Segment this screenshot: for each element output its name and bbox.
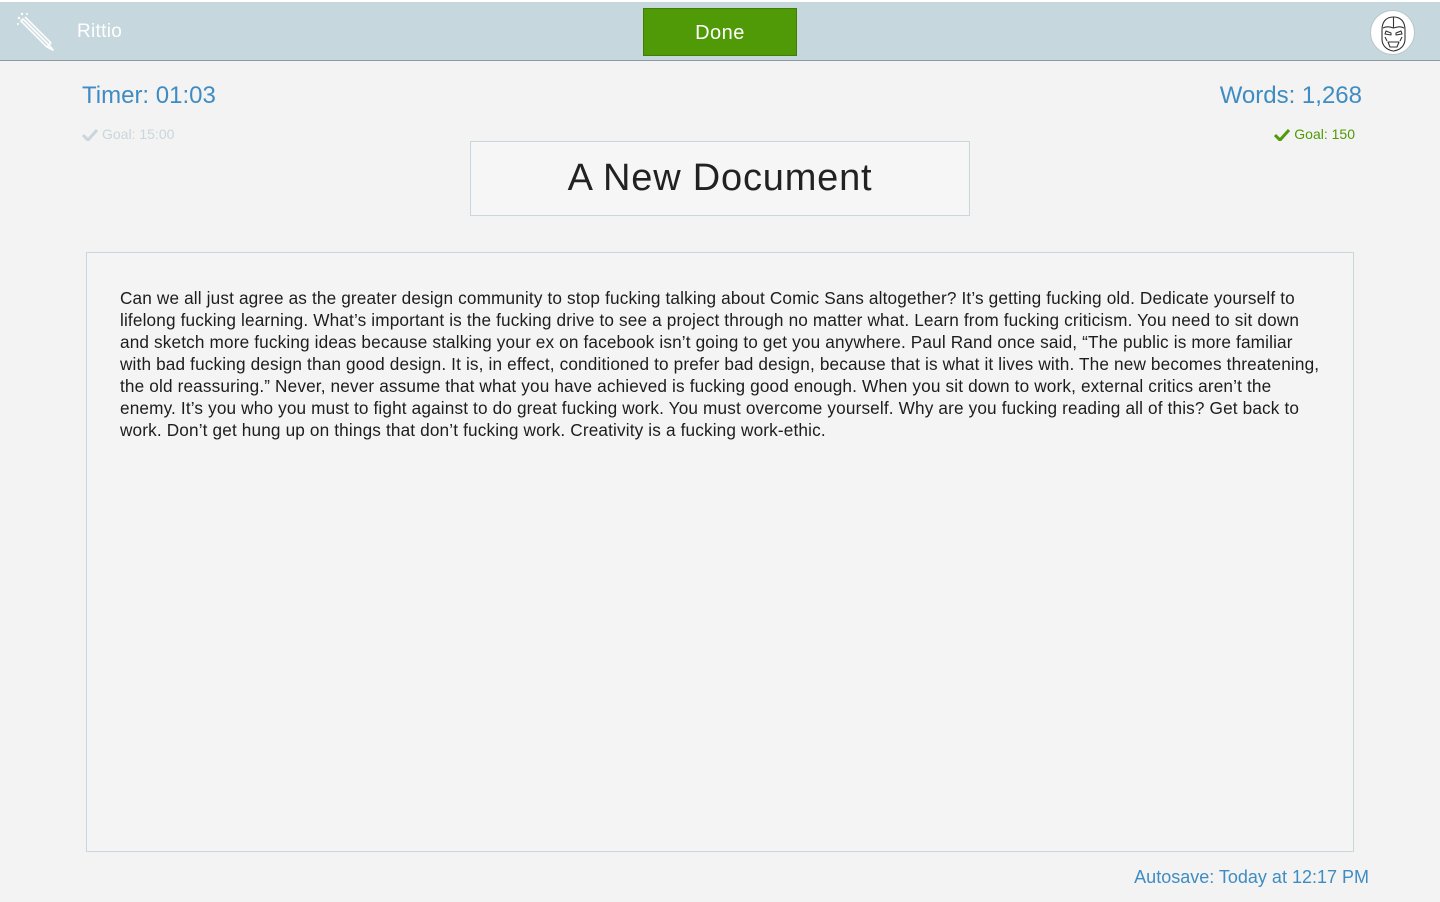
timer-display: Timer: 01:03 [82, 82, 216, 109]
iron-man-helmet-icon [1381, 16, 1406, 52]
word-count: Words: 1,268 [1219, 82, 1362, 109]
avatar[interactable] [1370, 10, 1415, 55]
document-body[interactable]: Can we all just agree as the greater des… [120, 287, 1321, 441]
word-goal-label: Goal: 150 [1294, 126, 1355, 142]
timer-goal[interactable]: Goal: 15:00 [81, 126, 175, 144]
autosave-status: Autosave: Today at 12:17 PM [1134, 867, 1369, 887]
timer-goal-label: Goal: 15:00 [102, 126, 175, 142]
top-bar: Rittio Done [0, 0, 1440, 61]
check-icon [1274, 128, 1291, 144]
word-goal[interactable]: Goal: 150 [1274, 126, 1355, 144]
check-icon [81, 128, 99, 144]
pencil-icon[interactable] [16, 12, 56, 52]
document-editor[interactable]: Can we all just agree as the greater des… [86, 252, 1354, 852]
app-name[interactable]: Rittio [77, 21, 122, 43]
document-title-field[interactable]: A New Document [470, 141, 970, 216]
done-button[interactable]: Done [643, 8, 797, 56]
